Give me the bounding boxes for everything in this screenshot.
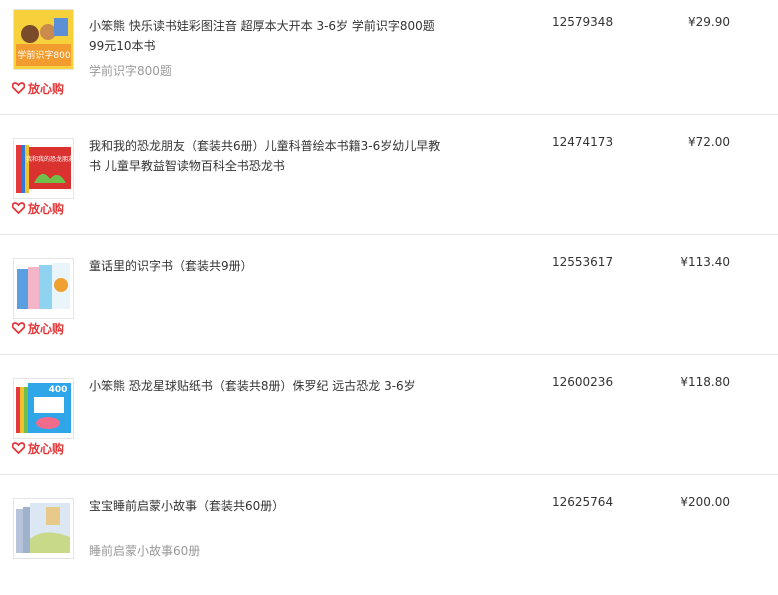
product-subtitle: 学前识字800题: [89, 64, 172, 78]
trust-badge: 放心购: [12, 200, 64, 216]
cover-text: 我和我的恐龙朋友: [26, 155, 73, 163]
heart-icon: [12, 442, 25, 454]
product-sku: 12579348: [552, 15, 614, 29]
product-price: ¥200.00: [680, 495, 730, 509]
product-sku: 12553617: [552, 255, 614, 269]
heart-icon: [12, 322, 25, 334]
product-sku: 12474173: [552, 135, 614, 149]
product-title[interactable]: 童话里的识字书（套装共9册）: [89, 256, 449, 276]
product-price: ¥113.40: [680, 255, 730, 269]
product-row: 400 放心购 小笨熊 恐龙星球贴纸书（套装共8册）侏罗纪 远古恐龙 3-6岁 …: [0, 355, 778, 475]
badge-label: 放心购: [28, 81, 65, 96]
badge-label: 放心购: [28, 441, 65, 456]
product-thumbnail[interactable]: 学前识字800: [13, 9, 74, 70]
badge-label: 放心购: [28, 201, 65, 216]
product-sku: 12625764: [552, 495, 614, 509]
heart-icon: [12, 82, 25, 94]
badge-label: 放心购: [28, 321, 65, 336]
product-thumbnail[interactable]: 我和我的恐龙朋友: [13, 138, 74, 199]
product-price: ¥29.90: [688, 15, 730, 29]
product-row: 放心购 童话里的识字书（套装共9册） 12553617 ¥113.40: [0, 235, 778, 355]
product-price: ¥118.80: [680, 375, 730, 389]
product-thumbnail[interactable]: [13, 498, 74, 559]
product-title[interactable]: 小笨熊 恐龙星球贴纸书（套装共8册）侏罗纪 远古恐龙 3-6岁: [89, 376, 449, 396]
trust-badge: 放心购: [12, 80, 64, 96]
product-row: 我和我的恐龙朋友 放心购 我和我的恐龙朋友（套装共6册）儿童科普绘本书籍3-6岁…: [0, 115, 778, 235]
product-thumbnail[interactable]: [13, 258, 74, 319]
product-title[interactable]: 小笨熊 快乐读书娃彩图注音 超厚本大开本 3-6岁 学前识字800题99元10本…: [89, 16, 449, 56]
product-price: ¥72.00: [688, 135, 730, 149]
product-row: 学前识字800 放心购 小笨熊 快乐读书娃彩图注音 超厚本大开本 3-6岁 学前…: [0, 0, 778, 115]
product-subtitle: 睡前启蒙小故事60册: [89, 544, 201, 558]
cover-text: 学前识字800: [17, 49, 70, 61]
product-sku: 12600236: [552, 375, 614, 389]
product-row: 宝宝睡前启蒙小故事（套装共60册） 睡前启蒙小故事60册 12625764 ¥2…: [0, 475, 778, 595]
heart-icon: [12, 202, 25, 214]
product-title[interactable]: 我和我的恐龙朋友（套装共6册）儿童科普绘本书籍3-6岁幼儿早教书 儿童早教益智读…: [89, 136, 449, 176]
cover-text: 400: [49, 385, 68, 395]
product-thumbnail[interactable]: 400: [13, 378, 74, 439]
trust-badge: 放心购: [12, 440, 64, 456]
trust-badge: 放心购: [12, 320, 64, 336]
product-title[interactable]: 宝宝睡前启蒙小故事（套装共60册）: [89, 496, 449, 516]
